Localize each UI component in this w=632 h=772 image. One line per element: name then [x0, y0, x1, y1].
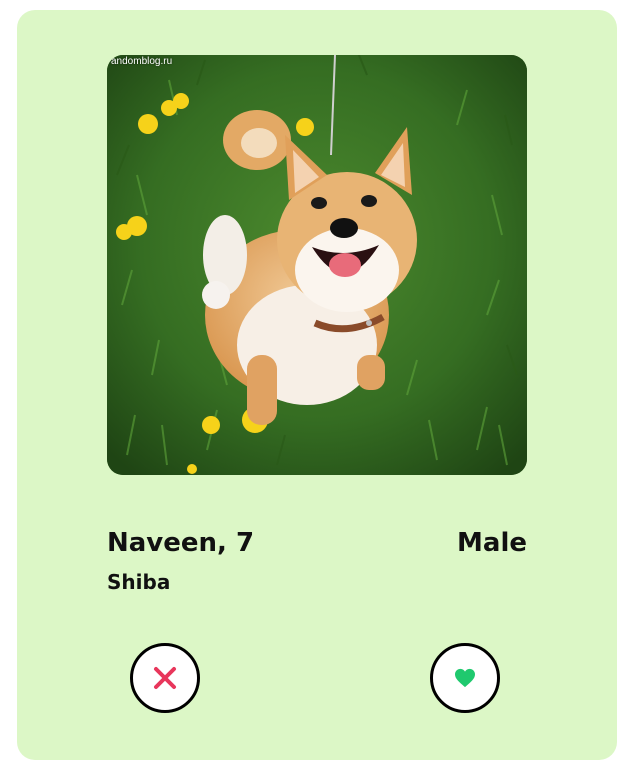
like-button[interactable]	[430, 643, 500, 713]
pet-gender: Male	[457, 528, 527, 558]
close-icon	[154, 667, 176, 689]
reject-button[interactable]	[130, 643, 200, 713]
pet-breed: Shiba	[107, 570, 171, 594]
photo-watermark: andomblog.ru	[111, 56, 173, 67]
heart-icon	[455, 668, 475, 688]
profile-card: andomblog.ru Naveen, 7 Male Shiba	[17, 10, 617, 760]
pet-photo: andomblog.ru	[107, 55, 527, 475]
dog-image	[107, 55, 527, 475]
pet-name-age: Naveen, 7	[107, 528, 255, 558]
